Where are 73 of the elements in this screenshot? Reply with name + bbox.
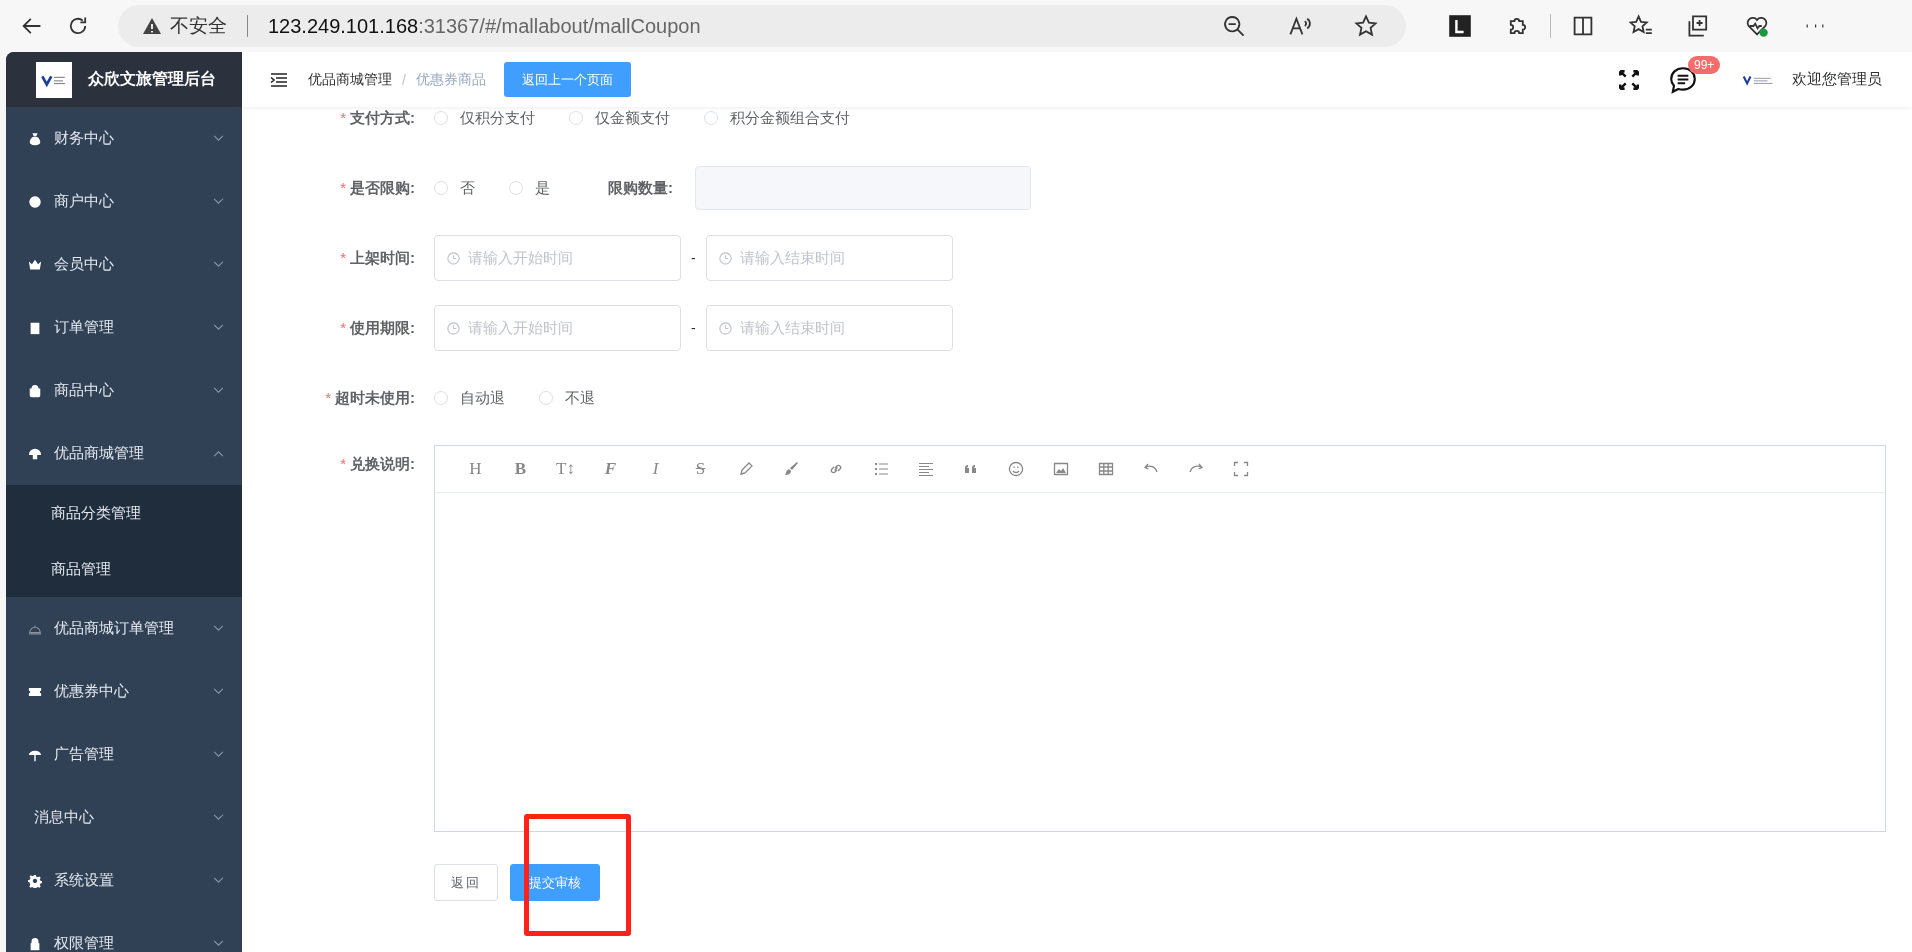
menu-item[interactable]: 财务中心 <box>6 107 242 170</box>
star-icon[interactable] <box>1354 14 1378 38</box>
input-field[interactable] <box>695 166 1031 210</box>
align-left-icon[interactable] <box>917 461 934 477</box>
brush-icon[interactable] <box>782 461 799 477</box>
radio-option[interactable]: 不退 <box>539 388 595 408</box>
crown-icon <box>28 257 42 272</box>
cancel-button[interactable]: 返回 <box>434 864 498 901</box>
menu-icon[interactable] <box>270 71 288 88</box>
toolbar-button[interactable]: B <box>498 459 543 479</box>
emoji-icon[interactable] <box>1007 461 1024 477</box>
clock-icon <box>447 251 460 265</box>
extension-icon[interactable] <box>1448 14 1472 38</box>
range-separator: - <box>691 320 696 336</box>
warning-icon <box>142 16 162 36</box>
split-screen-icon[interactable] <box>1571 14 1595 38</box>
address-bar[interactable]: 不安全 123.249.101.168:31367/#/mallabout/mallCoupon <box>118 5 1406 47</box>
bullet-list-icon[interactable] <box>872 461 889 477</box>
submenu-item[interactable]: 商品管理 <box>6 541 242 597</box>
menu-item[interactable]: 订单管理 <box>6 296 242 359</box>
radio-option[interactable]: 仅金额支付 <box>569 108 670 128</box>
notification-badge: 99+ <box>1688 55 1721 74</box>
welcome-text: 欢迎您管理员 <box>1792 70 1882 89</box>
bag-icon <box>28 383 42 398</box>
read-aloud-icon[interactable] <box>1288 14 1312 38</box>
form-label: * 上架时间: <box>339 248 416 268</box>
clock-icon <box>447 321 460 335</box>
form-label: * 是否限购: <box>339 178 416 198</box>
menu-item[interactable]: 消息中心 <box>6 786 242 849</box>
menu-item[interactable]: 商户中心 <box>6 170 242 233</box>
toolbar-button[interactable]: S <box>678 459 723 479</box>
form-label: * 兑换说明: <box>339 454 416 474</box>
menu-item[interactable]: 会员中心 <box>6 233 242 296</box>
radio-option[interactable]: 仅积分支付 <box>434 108 535 128</box>
radio-option[interactable]: 积分金额组合支付 <box>704 108 850 128</box>
zoom-out-icon[interactable] <box>1222 14 1246 38</box>
fullscreen-icon[interactable] <box>1618 68 1640 91</box>
mushroom-icon <box>28 446 42 461</box>
radio-option[interactable]: 否 <box>434 178 475 198</box>
logo-icon <box>36 61 72 98</box>
settings-icon <box>28 873 42 888</box>
form-label: 限购数量: <box>608 178 673 198</box>
radio-option[interactable]: 自动退 <box>434 388 505 408</box>
pencil-icon[interactable] <box>737 461 754 477</box>
menu-item[interactable]: 系统设置 <box>6 849 242 912</box>
security-label: 不安全 <box>170 14 227 38</box>
menu-item[interactable]: 广告管理 <box>6 723 242 786</box>
app-title: 众欣文旅管理后台 <box>88 69 216 89</box>
breadcrumb-item: 优惠券商品 <box>415 70 486 89</box>
toolbar-button[interactable]: I <box>633 459 678 479</box>
image-icon[interactable] <box>1052 461 1069 477</box>
toolbar-button[interactable]: F <box>588 459 633 479</box>
menu-item[interactable]: 商品中心 <box>6 359 242 422</box>
submenu-item[interactable]: 商品分类管理 <box>6 485 242 541</box>
range-separator: - <box>691 250 696 266</box>
table-icon[interactable] <box>1097 461 1114 477</box>
money-bag-icon <box>28 131 42 146</box>
form-label: * 超时未使用: <box>324 388 416 408</box>
radio-option[interactable]: 是 <box>509 178 550 198</box>
menu-item[interactable]: 优品商城管理 <box>6 422 242 485</box>
form-label: * 使用期限: <box>339 318 416 338</box>
breadcrumb-separator: / <box>402 71 406 88</box>
menu-item[interactable]: 优惠券中心 <box>6 660 242 723</box>
menu-item[interactable]: 权限管理 <box>6 912 242 952</box>
toolbar-button[interactable]: H <box>453 459 498 479</box>
breadcrumb-item[interactable]: 优品商城管理 <box>308 70 392 89</box>
heart-pulse-icon[interactable] <box>1745 14 1769 38</box>
clock-icon <box>718 321 732 335</box>
toolbar-button[interactable]: T↕ <box>543 459 588 479</box>
url-text: 123.249.101.168:31367/#/mallabout/mallCoupon <box>268 14 701 38</box>
menu-item[interactable]: 优品商城订单管理 <box>6 597 242 660</box>
form-label: * 支付方式: <box>339 108 416 128</box>
clock-icon <box>718 251 732 265</box>
